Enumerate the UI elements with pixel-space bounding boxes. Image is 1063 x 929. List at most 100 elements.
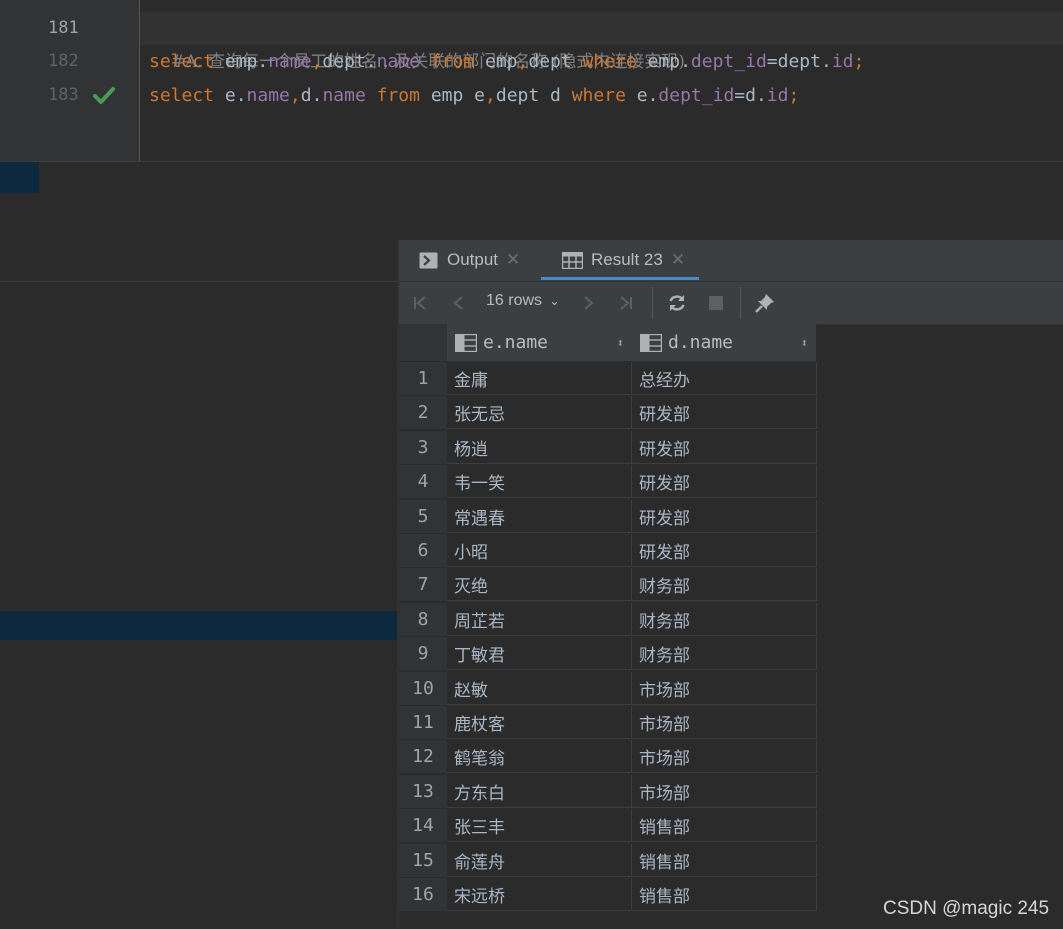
cell-employee-name[interactable]: 周芷若 <box>447 603 632 636</box>
sql-field: dept_id <box>658 85 735 106</box>
cell-employee-name[interactable]: 鹤笔翁 <box>447 740 632 773</box>
services-tree-header <box>0 240 398 282</box>
scrollbar-thumb[interactable] <box>0 162 39 193</box>
cell-employee-name[interactable]: 小昭 <box>447 534 632 567</box>
row-number[interactable]: 5 <box>399 500 447 533</box>
sql-field: name <box>268 51 312 72</box>
tab-label: Output <box>447 250 499 269</box>
sql-text: dept d <box>495 85 572 106</box>
row-number[interactable]: 8 <box>399 603 447 636</box>
cell-department-name[interactable]: 研发部 <box>632 465 817 498</box>
watermark: CSDN @magic 245 <box>883 898 1050 919</box>
cell-department-name[interactable]: 研发部 <box>632 431 817 464</box>
check-icon[interactable] <box>93 86 115 106</box>
cell-department-name[interactable]: 销售部 <box>632 878 817 911</box>
sql-field: name <box>246 85 290 106</box>
cell-employee-name[interactable]: 常遇春 <box>447 500 632 533</box>
tab-result[interactable]: Result 23 ✕ <box>562 240 685 280</box>
sql-field: dept_id <box>690 51 767 72</box>
grid-corner[interactable] <box>399 324 447 361</box>
sort-icon[interactable]: ⬍ <box>801 336 808 350</box>
cell-department-name[interactable]: 研发部 <box>632 534 817 567</box>
cell-employee-name[interactable]: 灭绝 <box>447 568 632 601</box>
sql-text: dept <box>528 51 583 72</box>
column-header-e-name[interactable]: e.name ⬍ <box>447 324 633 361</box>
row-number[interactable]: 1 <box>399 362 447 395</box>
row-number[interactable]: 4 <box>399 465 447 498</box>
selected-tree-item[interactable] <box>0 611 397 640</box>
row-number[interactable]: 15 <box>399 844 447 877</box>
row-number[interactable]: 16 <box>399 878 447 911</box>
cell-department-name[interactable]: 市场部 <box>632 706 817 739</box>
row-number[interactable]: 7 <box>399 568 447 601</box>
column-icon <box>640 333 662 352</box>
cell-employee-name[interactable]: 方东白 <box>447 775 632 808</box>
cell-department-name[interactable]: 市场部 <box>632 672 817 705</box>
sql-field: id <box>831 51 854 72</box>
cell-department-name[interactable]: 市场部 <box>632 740 817 773</box>
cell-employee-name[interactable]: 张三丰 <box>447 809 632 842</box>
cell-employee-name[interactable]: 丁敏君 <box>447 637 632 670</box>
sql-text: =d. <box>734 85 767 106</box>
close-icon[interactable]: ✕ <box>506 250 520 270</box>
toolbar-separator <box>740 287 741 319</box>
services-tree[interactable] <box>0 240 398 929</box>
editor-horizontal-scrollbar[interactable] <box>0 161 1063 198</box>
row-number[interactable]: 9 <box>399 637 447 670</box>
first-page-icon[interactable] <box>407 290 433 316</box>
pin-icon[interactable] <box>752 290 778 316</box>
sql-text: d. <box>300 85 323 106</box>
cell-employee-name[interactable]: 杨逍 <box>447 431 632 464</box>
cell-employee-name[interactable]: 鹿杖客 <box>447 706 632 739</box>
sql-keyword: select <box>149 85 215 106</box>
close-icon[interactable]: ✕ <box>671 250 685 270</box>
rows-count-label: 16 rows <box>486 292 543 309</box>
refresh-icon[interactable] <box>664 290 690 316</box>
sql-text: e. <box>214 85 247 106</box>
line-number: 182 <box>48 51 79 71</box>
cell-department-name[interactable]: 研发部 <box>632 396 817 429</box>
column-header-label: d.name <box>668 332 734 353</box>
table-icon <box>562 251 583 269</box>
sql-punctuation: , <box>311 51 323 72</box>
sort-icon[interactable]: ⬍ <box>617 336 624 350</box>
cell-employee-name[interactable]: 宋远桥 <box>447 878 632 911</box>
cell-employee-name[interactable]: 赵敏 <box>447 672 632 705</box>
cell-department-name[interactable]: 财务部 <box>632 568 817 601</box>
code-line-182[interactable]: select emp.name,dept.name from emp,dept … <box>149 45 864 78</box>
cell-employee-name[interactable]: 金庸 <box>447 362 632 395</box>
row-number[interactable]: 10 <box>399 672 447 705</box>
row-number[interactable]: 3 <box>399 431 447 464</box>
cell-department-name[interactable]: 研发部 <box>632 500 817 533</box>
stop-icon[interactable] <box>703 290 729 316</box>
column-icon <box>455 333 477 352</box>
row-number[interactable]: 12 <box>399 740 447 773</box>
column-header-label: e.name <box>483 332 549 353</box>
cell-department-name[interactable]: 市场部 <box>632 775 817 808</box>
row-number[interactable]: 13 <box>399 775 447 808</box>
cell-department-name[interactable]: 销售部 <box>632 844 817 877</box>
code-line-183[interactable]: select e.name,d.name from emp e,dept d w… <box>149 79 799 112</box>
cell-department-name[interactable]: 总经办 <box>632 362 817 395</box>
sql-punctuation: , <box>517 51 529 72</box>
column-header-d-name[interactable]: d.name ⬍ <box>632 324 817 361</box>
prev-page-icon[interactable] <box>446 290 472 316</box>
row-number[interactable]: 6 <box>399 534 447 567</box>
sql-text: dept. <box>322 51 377 72</box>
console-icon <box>419 252 438 268</box>
row-number[interactable]: 2 <box>399 396 447 429</box>
cell-employee-name[interactable]: 俞莲舟 <box>447 844 632 877</box>
cell-employee-name[interactable]: 韦一笑 <box>447 465 632 498</box>
cell-department-name[interactable]: 销售部 <box>632 809 817 842</box>
cell-department-name[interactable]: 财务部 <box>632 637 817 670</box>
row-number[interactable]: 14 <box>399 809 447 842</box>
rows-dropdown[interactable]: 16 rows ⌄ <box>486 292 560 310</box>
cell-department-name[interactable]: 财务部 <box>632 603 817 636</box>
cell-employee-name[interactable]: 张无忌 <box>447 396 632 429</box>
sql-punctuation: ; <box>853 51 865 72</box>
tab-output[interactable]: Output ✕ <box>419 240 520 280</box>
next-page-icon[interactable] <box>575 290 601 316</box>
sql-field: id <box>766 85 789 106</box>
last-page-icon[interactable] <box>613 290 639 316</box>
row-number[interactable]: 11 <box>399 706 447 739</box>
